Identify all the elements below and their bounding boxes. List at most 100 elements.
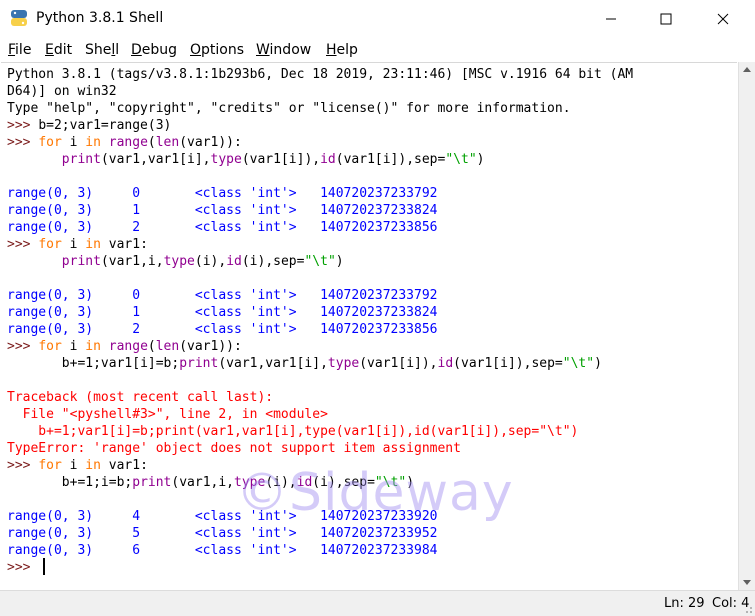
error-line: TypeError: 'range' object does not suppo…	[7, 441, 461, 456]
minimize-button[interactable]	[583, 0, 639, 38]
banner-line-2: D64)] on win32	[7, 84, 117, 99]
minimize-icon	[606, 18, 616, 20]
menu-help-mnemonic: H	[326, 42, 337, 58]
menu-file-mnemonic: F	[8, 42, 16, 58]
code-text: )	[476, 152, 485, 167]
error-line: File "<pyshell#3>", line 2, in <module>	[7, 407, 328, 422]
code-text: (i),	[194, 254, 227, 269]
input-line: >>> for i in var1:	[7, 236, 148, 253]
output-line: range(0, 3) 2 <class 'int'> 140720237233…	[7, 220, 438, 235]
code-text: (	[147, 339, 156, 354]
input-line: print(var1,i,type(i),id(i),sep="\t")	[7, 253, 344, 270]
string-literal: "\t"	[562, 356, 595, 371]
code-text: (var1)):	[179, 135, 242, 150]
output-line: range(0, 3) 2 <class 'int'> 140720237233…	[7, 322, 438, 337]
code-text: (var1[i]),	[241, 152, 321, 167]
builtin: range	[108, 339, 148, 354]
keyword: in	[85, 458, 101, 473]
menu-file[interactable]: File	[8, 42, 31, 58]
menu-options[interactable]: Options	[190, 42, 244, 58]
menu-shell[interactable]: Shell	[85, 42, 119, 58]
code-text: b=2;var1=range(3)	[38, 118, 172, 133]
builtin: type	[163, 254, 195, 269]
builtin: print	[132, 475, 172, 490]
input-line: >>> b=2;var1=range(3)	[7, 117, 171, 134]
menu-window-label: indow	[269, 42, 312, 58]
code-text: b+=1;var1[i]=b;	[61, 356, 180, 371]
menu-edit[interactable]: Edit	[45, 42, 72, 58]
string-literal: "\t"	[445, 152, 477, 167]
output-line: range(0, 3) 5 <class 'int'> 140720237233…	[7, 526, 438, 541]
keyword: for	[38, 135, 62, 150]
menu-window-mnemonic: W	[256, 42, 270, 58]
code-text: (var1,var1[i],	[218, 356, 328, 371]
code-text: i	[61, 237, 86, 252]
code-text: var1:	[100, 237, 148, 252]
menu-file-label: ile	[15, 42, 32, 58]
menu-help-label: elp	[336, 42, 358, 58]
input-line: >>>	[7, 559, 38, 576]
code-text: (var1,i,	[171, 475, 235, 490]
builtin: len	[155, 339, 180, 354]
output-line: range(0, 3) 1 <class 'int'> 140720237233…	[7, 203, 438, 218]
keyword: in	[85, 339, 101, 354]
menu-debug[interactable]: Debug	[131, 42, 177, 58]
shell-text-area[interactable]: Python 3.8.1 (tags/v3.8.1:1b293b6, Dec 1…	[1, 62, 737, 591]
builtin: id	[437, 356, 454, 371]
close-button[interactable]	[695, 0, 751, 38]
banner-line-3: Type "help", "copyright", "credits" or "…	[7, 101, 571, 116]
prompt: >>>	[7, 458, 39, 473]
menu-shell-label-b: l	[115, 42, 120, 58]
error-line: b+=1;var1[i]=b;print(var1,var1[i],type(v…	[7, 424, 579, 439]
output-line: range(0, 3) 0 <class 'int'> 140720237233…	[7, 186, 438, 201]
window-title: Python 3.8.1 Shell	[36, 10, 164, 26]
menu-help[interactable]: Help	[326, 42, 358, 58]
watermark: ©Sideway	[236, 463, 514, 523]
output-line: range(0, 3) 0 <class 'int'> 140720237233…	[7, 288, 438, 303]
close-icon	[717, 13, 729, 25]
input-line: print(var1,var1[i],type(var1[i]),id(var1…	[7, 151, 485, 168]
banner-line-1: Python 3.8.1 (tags/v3.8.1:1b293b6, Dec 1…	[7, 67, 634, 82]
builtin: type	[327, 356, 360, 371]
title-bar: Python 3.8.1 Shell	[0, 0, 755, 38]
builtin: print	[61, 254, 101, 269]
input-line: >>> for i in range(len(var1)):	[7, 134, 242, 151]
menu-debug-label: ebug	[141, 42, 178, 58]
python-icon	[11, 10, 27, 26]
input-line: b+=1;var1[i]=b;print(var1,var1[i],type(v…	[7, 355, 602, 372]
scroll-down-icon[interactable]	[743, 580, 751, 585]
code-text: (var1)):	[179, 339, 242, 354]
code-text: (var1[i]),sep=	[335, 152, 446, 167]
menu-edit-label: dit	[53, 42, 73, 58]
builtin: id	[320, 152, 336, 167]
maximize-icon	[660, 13, 672, 25]
builtin: len	[155, 135, 180, 150]
keyword: for	[38, 458, 62, 473]
code-text: i	[61, 339, 86, 354]
builtin: print	[61, 152, 101, 167]
resize-grip-icon[interactable]	[743, 604, 753, 614]
code-text: (var1[i]),	[359, 356, 438, 371]
code-text: (var1,i,	[100, 254, 164, 269]
code-text: b+=1;i=b;	[61, 475, 133, 490]
code-text: (	[147, 135, 156, 150]
menu-shell-label-a: She	[85, 42, 112, 58]
code-text: (i),sep=	[241, 254, 305, 269]
menu-window[interactable]: Window	[256, 42, 311, 58]
menu-options-label: ptions	[201, 42, 245, 58]
vertical-scrollbar[interactable]	[738, 62, 755, 590]
maximize-button[interactable]	[638, 0, 694, 38]
code-text: )	[594, 356, 602, 371]
string-literal: "\t"	[304, 254, 336, 269]
builtin: range	[108, 135, 148, 150]
scroll-up-icon[interactable]	[743, 67, 751, 72]
code-text: i	[61, 458, 86, 473]
menu-edit-mnemonic: E	[45, 42, 54, 58]
code-text: (var1,var1[i],	[100, 152, 211, 167]
output-line: range(0, 3) 6 <class 'int'> 140720237233…	[7, 543, 438, 558]
